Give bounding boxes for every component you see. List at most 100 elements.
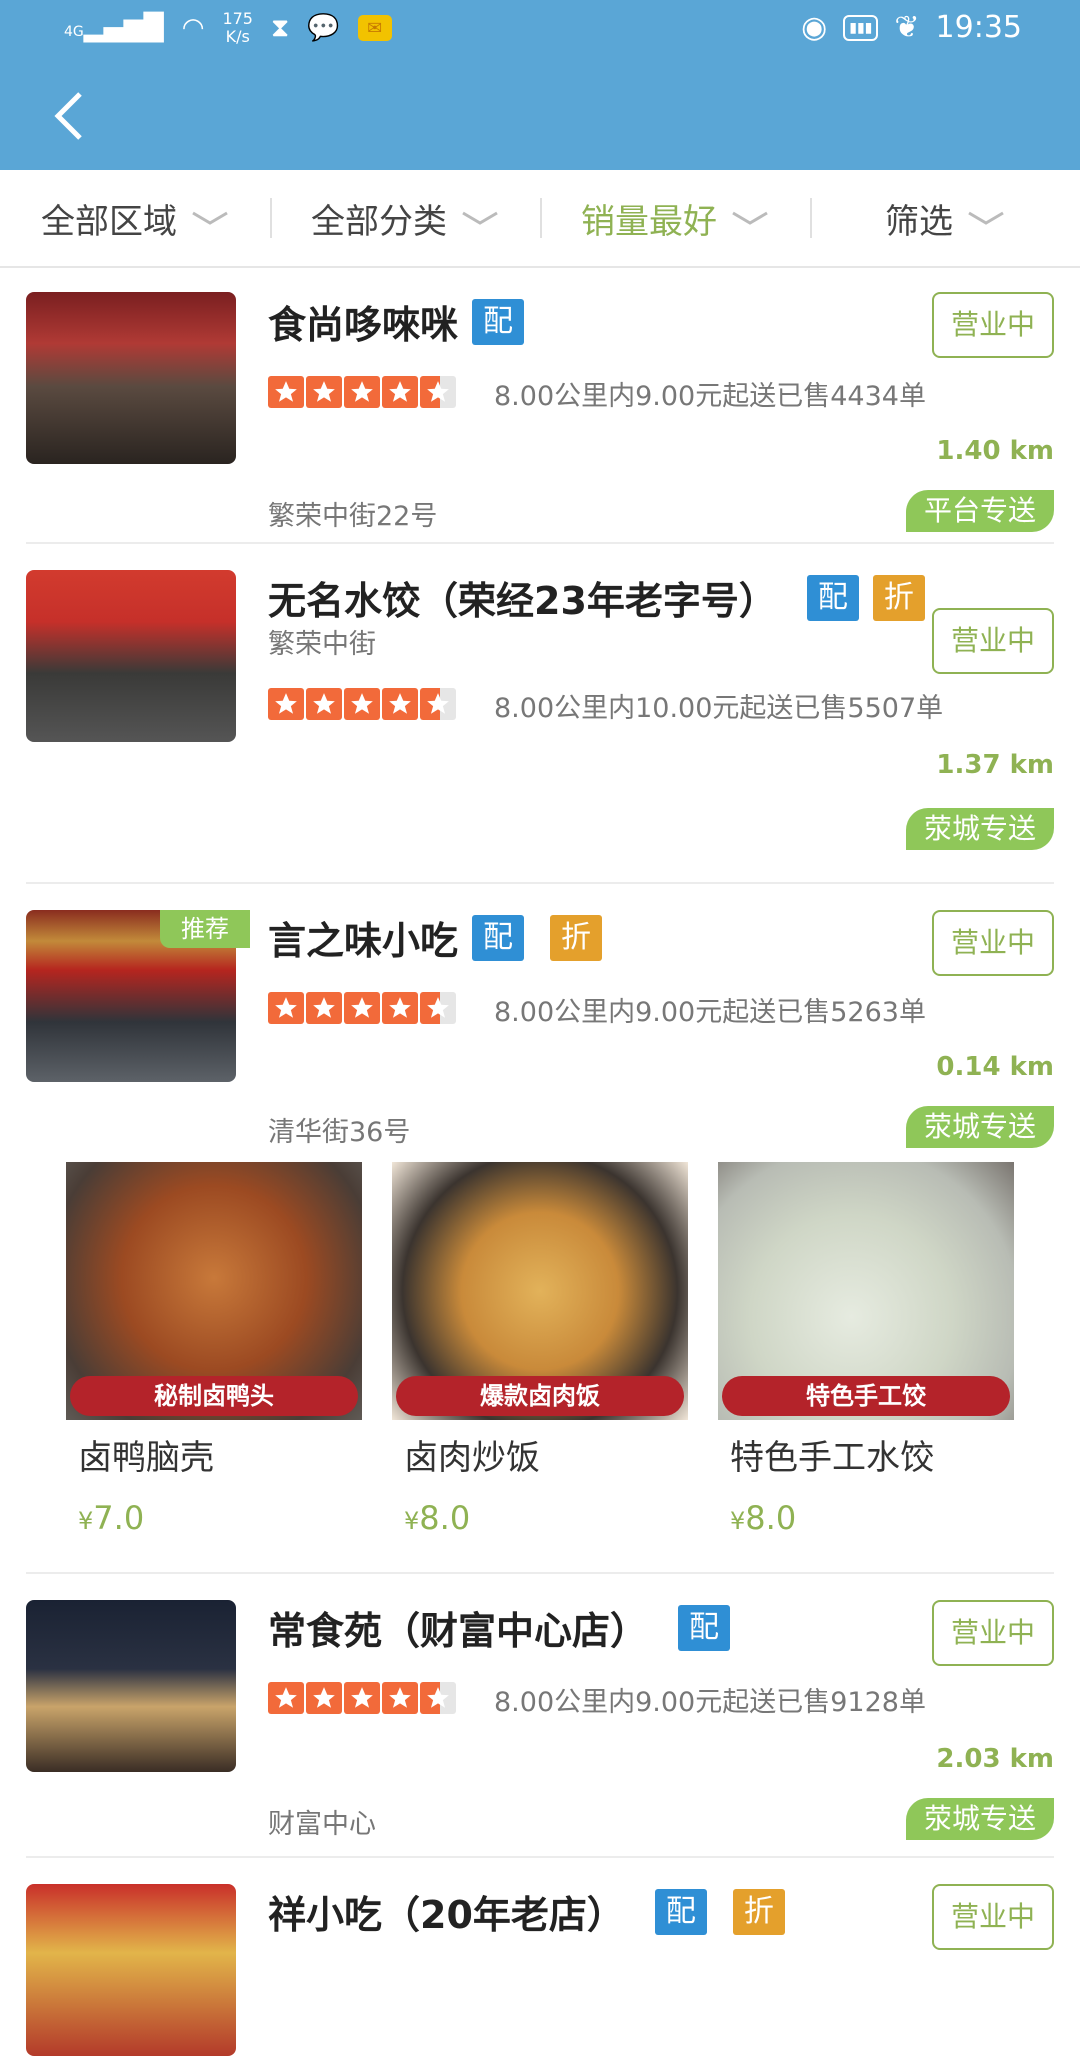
filter-area[interactable]: 全部区域 (0, 194, 270, 243)
dish-photo: 爆款卤肉饭 (392, 1162, 688, 1420)
chat-icon: 💬 (307, 13, 340, 43)
open-status: 营业中 (932, 292, 1054, 358)
distance: 1.40 km (936, 436, 1054, 466)
filter-category-label: 全部分类 (311, 201, 447, 242)
dish-price: ¥8.0 (730, 1499, 797, 1537)
delivery-badge: 荥城专送 (905, 1798, 1054, 1840)
recommend-badge: 推荐 (160, 910, 250, 948)
dish-name: 卤鸭脑壳 (78, 1438, 214, 1478)
shop-address: 财富中心 (268, 1809, 376, 1840)
distance: 2.03 km (936, 1744, 1054, 1774)
shop-info: 8.00公里内9.00元起送已售5263单 (494, 997, 926, 1028)
status-bar: 4G▂▄▆█ ◠ 175 K/s ⧗ 💬 ✉ ◉ ▮▮▮ ❦ 19:35 (0, 0, 1080, 62)
dish-card[interactable]: 秘制卤鸭头 卤鸭脑壳 ¥7.0 (66, 1162, 362, 1537)
star-icon (382, 1682, 418, 1714)
discount-tag: 折 (732, 1888, 785, 1935)
star-icon (268, 992, 304, 1024)
dish-banner: 秘制卤鸭头 (70, 1376, 358, 1416)
half-star-icon (420, 376, 456, 408)
shop-name: 言之味小吃配折 (268, 910, 603, 965)
open-status: 营业中 (932, 1884, 1054, 1950)
star-icon (306, 376, 342, 408)
star-icon (268, 688, 304, 720)
dish-card[interactable]: 爆款卤肉饭 卤肉炒饭 ¥8.0 (392, 1162, 688, 1537)
dish-list: 秘制卤鸭头 卤鸭脑壳 ¥7.0 爆款卤肉饭 卤肉炒饭 ¥8.0 特色手工饺 特色… (66, 1162, 1066, 1537)
star-icon (306, 1682, 342, 1714)
star-icon (382, 992, 418, 1024)
back-button[interactable] (44, 84, 104, 144)
wifi-icon: ◠ (181, 13, 205, 43)
shop-photo (26, 570, 236, 742)
filter-bar: 全部区域 全部分类 销量最好 筛选 (0, 170, 1080, 268)
shop-card[interactable]: 常食苑（财富中心店）配 营业中 8.00公里内9.00元起送已售9128单 2.… (26, 1574, 1054, 1858)
delivery-badge: 平台专送 (905, 490, 1054, 532)
chevron-down-icon (192, 211, 228, 225)
filter-category[interactable]: 全部分类 (270, 194, 540, 243)
delivery-tag: 配 (472, 914, 525, 961)
filter-screen-label: 筛选 (885, 201, 953, 242)
distance: 1.37 km (936, 750, 1054, 780)
filter-sort-label: 销量最好 (581, 201, 717, 242)
shop-info: 8.00公里内10.00元起送已售5507单 (494, 693, 944, 724)
filter-sort[interactable]: 销量最好 (540, 194, 810, 243)
shop-name: 祥小吃（20年老店）配折 (268, 1884, 785, 1939)
half-star-icon (420, 1682, 456, 1714)
dish-name: 特色手工水饺 (730, 1438, 934, 1478)
shop-card[interactable]: 食尚哆唻咪配 营业中 8.00公里内9.00元起送已售4434单 1.40 km… (26, 268, 1054, 544)
filter-screen[interactable]: 筛选 (810, 194, 1080, 243)
app-bar (0, 62, 1080, 170)
leaf-icon: ❦ (894, 10, 920, 45)
star-rating (268, 376, 456, 408)
filter-area-label: 全部区域 (41, 201, 177, 242)
delivery-badge: 荥城专送 (905, 1106, 1054, 1148)
shop-address: 繁荣中街 (268, 629, 376, 660)
delivery-tag: 配 (806, 574, 859, 621)
delivery-tag: 配 (654, 1888, 707, 1935)
half-star-icon (420, 688, 456, 720)
shop-name: 常食苑（财富中心店）配 (268, 1600, 731, 1655)
star-rating (268, 688, 456, 720)
star-rating (268, 992, 456, 1024)
chevron-down-icon (462, 211, 498, 225)
shop-name: 无名水饺（荣经23年老字号）配折 (268, 570, 925, 625)
dish-photo: 秘制卤鸭头 (66, 1162, 362, 1420)
dish-photo: 特色手工饺 (718, 1162, 1014, 1420)
star-icon (306, 992, 342, 1024)
dish-banner: 爆款卤肉饭 (396, 1376, 684, 1416)
half-star-icon (420, 992, 456, 1024)
delivery-tag: 配 (678, 1604, 731, 1651)
battery-icon: ▮▮▮ (843, 14, 879, 41)
shop-card[interactable]: 祥小吃（20年老店）配折 营业中 (26, 1858, 1054, 2056)
shop-photo (26, 1884, 236, 2056)
open-status: 营业中 (932, 910, 1054, 976)
shop-info: 8.00公里内9.00元起送已售4434单 (494, 381, 926, 412)
signal-icon: 4G▂▄▆█ (64, 13, 164, 43)
distance: 0.14 km (936, 1052, 1054, 1082)
chevron-down-icon (732, 211, 768, 225)
open-status: 营业中 (932, 608, 1054, 674)
open-status: 营业中 (932, 1600, 1054, 1666)
shop-card[interactable]: 推荐 言之味小吃配折 营业中 8.00公里内9.00元起送已售5263单 0.1… (26, 884, 1054, 1574)
star-icon (344, 992, 380, 1024)
dish-banner: 特色手工饺 (722, 1376, 1010, 1416)
hourglass-icon: ⧗ (270, 12, 290, 43)
star-icon (382, 376, 418, 408)
shop-info: 8.00公里内9.00元起送已售9128单 (494, 1687, 926, 1718)
discount-tag: 折 (872, 574, 925, 621)
shop-photo (26, 1600, 236, 1772)
star-icon (382, 688, 418, 720)
shop-list: 食尚哆唻咪配 营业中 8.00公里内9.00元起送已售4434单 1.40 km… (0, 268, 1080, 2056)
discount-tag: 折 (550, 914, 603, 961)
star-icon (344, 1682, 380, 1714)
shop-card[interactable]: 无名水饺（荣经23年老字号）配折 繁荣中街 营业中 8.00公里内10.00元起… (26, 544, 1054, 884)
chevron-down-icon (968, 211, 1004, 225)
shop-photo (26, 292, 236, 464)
clock: 19:35 (935, 10, 1022, 45)
dish-price: ¥7.0 (78, 1499, 145, 1537)
dish-price: ¥8.0 (404, 1499, 471, 1537)
eye-icon: ◉ (801, 10, 828, 45)
dish-card[interactable]: 特色手工饺 特色手工水饺 ¥8.0 (718, 1162, 1014, 1537)
star-icon (306, 688, 342, 720)
star-icon (268, 1682, 304, 1714)
shop-address: 繁荣中街22号 (268, 501, 438, 532)
